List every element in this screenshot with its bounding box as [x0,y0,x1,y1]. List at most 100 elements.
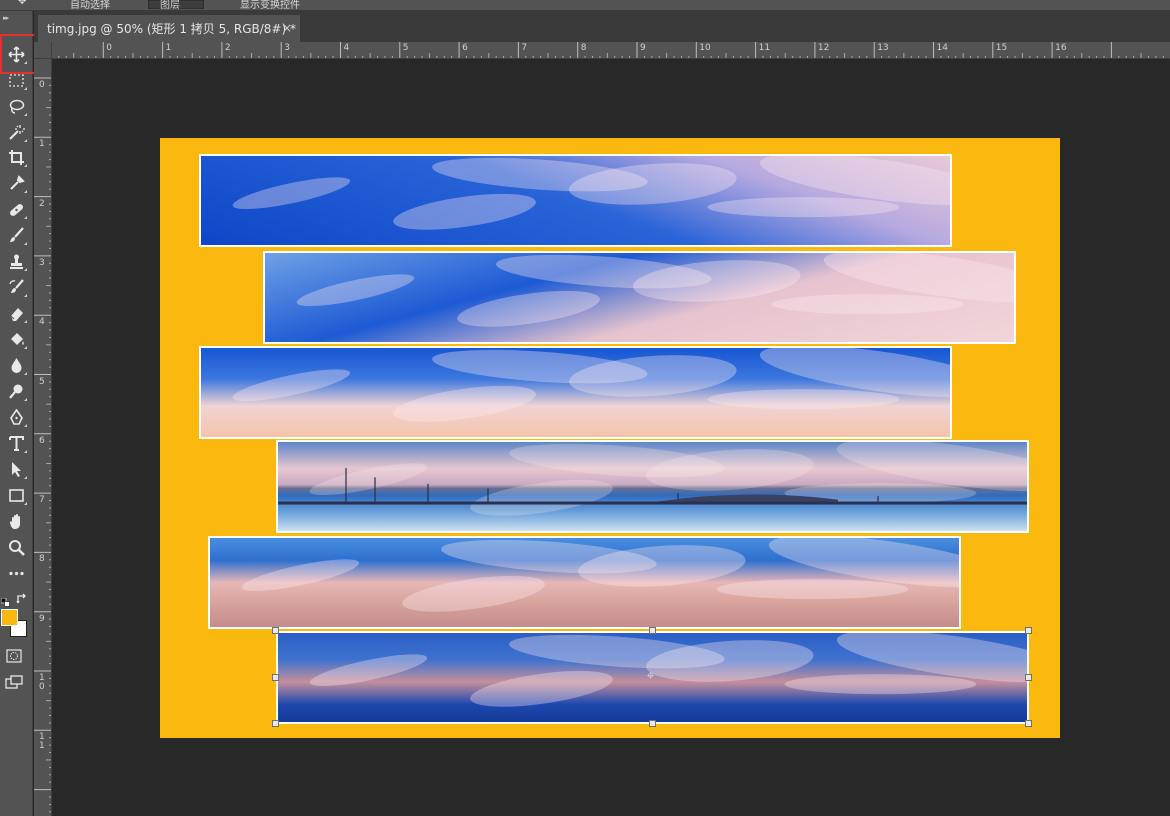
photo-strip-layer[interactable] [199,154,952,247]
document-tab[interactable]: timg.jpg @ 50% (矩形 1 拷贝 5, RGB/8#) * × [38,15,300,42]
quick-mask-icon[interactable] [6,648,22,663]
dodge-icon [8,384,22,399]
foreground-color-swatch[interactable] [1,609,18,626]
screen-mode-icon[interactable] [5,674,23,689]
document-tab-title: timg.jpg @ 50% (矩形 1 拷贝 5, RGB/8#) * [47,22,296,36]
photoshop-window: ✥ 自动选择 图层 显示变换控件 ▸▸ timg.jpg @ 50% (矩形 1… [0,0,1170,816]
tool-group-flyout-indicator [24,476,27,479]
tool-group-flyout-indicator [24,424,27,427]
vertical-ruler-label: 6 [39,435,45,446]
hand-icon [9,513,20,529]
show-transform-controls-label[interactable]: 显示变换控件 [240,0,300,10]
pen-icon [9,408,23,425]
document-canvas[interactable]: ⌖ [160,138,1060,738]
transform-handle[interactable] [272,673,279,681]
transform-handle[interactable] [1025,720,1032,727]
horizontal-ruler-label: 7 [521,43,528,53]
horizontal-ruler-label: 12 [817,43,830,53]
hand-tool[interactable] [4,510,28,532]
horizontal-ruler-label: 8 [580,43,587,53]
rect-marquee-icon [8,73,24,87]
type-icon [8,435,24,451]
panel-collapse-icon[interactable]: ▸▸ [3,14,9,22]
vertical-ruler-label: 11 [39,732,45,752]
lasso-icon [9,99,24,114]
swap-colors-icon[interactable] [16,590,28,604]
strip-texture [296,253,1014,327]
strip-texture [232,156,950,230]
vertical-ruler-label: 4 [39,317,45,328]
tool-group-flyout-indicator [24,190,27,193]
auto-select-value: 图层 [160,0,180,11]
history-brush-icon [8,278,24,293]
strip-texture [232,348,950,422]
vertical-ruler[interactable]: 101234567891011 [34,59,52,816]
zoom-tool[interactable] [4,536,28,558]
tool-group-flyout-indicator [24,268,27,271]
crop-icon [8,149,24,165]
transform-handle[interactable] [648,627,656,634]
horizontal-ruler[interactable]: 1012345678910111213141516 [52,42,1170,59]
healing-brush-tool[interactable] [4,198,28,220]
vertical-ruler-label: 1 [39,139,45,150]
lasso-tool[interactable] [4,95,28,117]
tool-group-flyout-indicator [24,164,27,167]
marquee-tool[interactable] [4,69,28,91]
vertical-ruler-label: 10 [39,673,45,692]
horizontal-ruler-label: 16 [1055,43,1067,53]
vertical-ruler-label: 2 [39,198,45,209]
photo-strip-layer[interactable] [199,346,952,439]
history-brush-tool[interactable] [4,276,28,298]
transform-handle[interactable] [648,720,656,727]
more-tools[interactable] [4,562,28,584]
type-tool[interactable] [4,432,28,454]
path-selection-tool[interactable] [4,458,28,480]
ruler-origin[interactable] [34,42,52,59]
tool-group-flyout-indicator [24,242,27,245]
photo-strip-layer[interactable] [208,536,961,629]
default-colors-icon[interactable] [0,592,10,607]
transform-handle[interactable] [272,627,279,634]
photo-strip-layer[interactable] [263,251,1016,344]
brush-icon [9,226,24,242]
clone-stamp-tool[interactable] [4,250,28,272]
transform-handle[interactable] [1025,627,1032,634]
horizontal-ruler-label: 0 [106,43,113,53]
document-tab-bar: timg.jpg @ 50% (矩形 1 拷贝 5, RGB/8#) * × [34,11,1170,42]
strip-texture [278,442,1027,516]
magnifier-icon [8,539,25,556]
vertical-ruler-label: 9 [39,613,45,624]
transform-center-icon[interactable]: ⌖ [647,668,655,684]
tool-group-flyout-indicator [24,113,27,116]
auto-select-label[interactable]: 自动选择 [70,0,110,10]
horizontal-ruler-label: 1 [52,43,53,53]
horizontal-ruler-label: 14 [936,43,948,53]
close-tab-icon[interactable]: × [282,21,292,35]
vertical-ruler-label: 5 [39,376,45,387]
tool-group-flyout-indicator [24,372,27,375]
eyedropper-tool[interactable] [4,172,28,194]
vertical-ruler-label: 8 [39,554,45,565]
rectangle-tool[interactable] [4,484,28,506]
move-options-icon[interactable]: ✥ [18,0,26,8]
horizontal-ruler-label: 2 [224,43,231,53]
magic-wand-icon [8,124,25,140]
canvas-workspace[interactable]: ⌖ [53,59,1170,816]
horizontal-ruler-label: 15 [995,43,1008,53]
paint-bucket-tool[interactable] [4,328,28,350]
tool-group-flyout-indicator [24,502,27,505]
blur-tool[interactable] [4,354,28,376]
arrow-icon [11,461,21,477]
brush-tool[interactable] [4,224,28,246]
photo-strip-layer[interactable] [276,440,1029,533]
pen-tool[interactable] [4,406,28,428]
transform-handle[interactable] [272,720,279,727]
vertical-ruler-label: 7 [39,495,45,506]
transform-handle[interactable] [1025,673,1032,681]
options-bar: ✥ 自动选择 图层 显示变换控件 [0,0,1170,11]
move-tool[interactable] [4,43,28,65]
magic-wand-tool[interactable] [4,121,28,143]
dodge-tool[interactable] [4,380,28,402]
eraser-tool[interactable] [4,302,28,324]
crop-tool[interactable] [4,146,28,168]
